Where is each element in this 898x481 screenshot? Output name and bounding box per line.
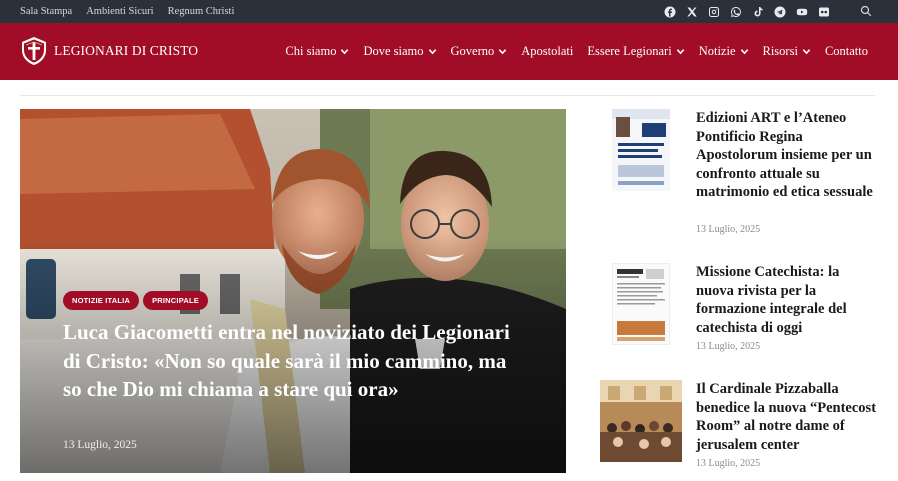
chevron-down-icon (676, 49, 684, 55)
tiktok-icon[interactable] (752, 6, 764, 18)
top-utility-bar: Sala Stampa Ambienti Sicuri Regnum Chris… (0, 0, 898, 23)
article-thumbnail (612, 109, 670, 191)
chevron-down-icon (341, 49, 349, 55)
side-article-date: 13 Luglio, 2025 (696, 224, 761, 235)
main-nav: Chi siamo Dove siamo Governo Apostolati … (285, 23, 868, 80)
chevron-down-icon (740, 49, 748, 55)
nav-label: Apostolati (521, 44, 574, 58)
site-logo[interactable]: LEGIONARI DI CRISTO (20, 36, 198, 66)
nav-label: Governo (450, 44, 495, 58)
nav-notizie[interactable]: Notizie (699, 44, 749, 59)
nav-risorsi[interactable]: Risorsi (763, 44, 811, 59)
social-links (664, 0, 830, 23)
telegram-icon[interactable] (774, 6, 786, 18)
search-icon[interactable] (860, 4, 874, 18)
youtube-icon[interactable] (796, 6, 808, 18)
x-icon[interactable] (686, 6, 698, 18)
side-article-title[interactable]: Il Cardinale Pizzaballa benedice la nuov… (696, 380, 878, 454)
instagram-icon[interactable] (708, 6, 720, 18)
nav-governo[interactable]: Governo (451, 44, 508, 59)
side-article-1[interactable]: Edizioni ART e l’Ateneo Pontificio Regin… (600, 109, 880, 239)
article-thumbnail (612, 263, 670, 345)
category-badges: NOTIZIE ITALIA PRINCIPALE (63, 291, 208, 310)
side-article-date: 13 Luglio, 2025 (696, 458, 761, 469)
nav-label: Risorsi (762, 44, 798, 58)
flickr-icon[interactable] (818, 6, 830, 18)
divider (20, 95, 875, 96)
featured-date: 13 Luglio, 2025 (63, 439, 137, 451)
link-ambienti-sicuri[interactable]: Ambienti Sicuri (86, 6, 153, 17)
side-article-title[interactable]: Edizioni ART e l’Ateneo Pontificio Regin… (696, 109, 878, 202)
featured-article[interactable]: NOTIZIE ITALIA PRINCIPALE Luca Giacomett… (20, 109, 566, 473)
nav-chi-siamo[interactable]: Chi siamo (285, 44, 349, 59)
chevron-down-icon (499, 49, 507, 55)
nav-contatto[interactable]: Contatto (825, 44, 868, 59)
nav-dove-siamo[interactable]: Dove siamo (363, 44, 436, 59)
utility-links: Sala Stampa Ambienti Sicuri Regnum Chris… (20, 0, 234, 23)
badge-principale[interactable]: PRINCIPALE (143, 291, 208, 310)
side-article-3[interactable]: Il Cardinale Pizzaballa benedice la nuov… (600, 380, 880, 475)
logo-text: LEGIONARI DI CRISTO (54, 43, 199, 58)
nav-label: Chi siamo (285, 44, 337, 58)
nav-label: Contatto (824, 44, 868, 58)
nav-label: Essere Legionari (587, 44, 672, 58)
featured-title[interactable]: Luca Giacometti entra nel noviziato dei … (63, 318, 523, 404)
whatsapp-icon[interactable] (730, 6, 742, 18)
main-header: LEGIONARI DI CRISTO Chi siamo Dove siamo… (0, 23, 898, 80)
side-article-title[interactable]: Missione Catechista: la nuova rivista pe… (696, 263, 878, 337)
nav-apostolati[interactable]: Apostolati (521, 44, 573, 59)
legion-shield-icon (20, 36, 48, 66)
nav-label: Notizie (698, 44, 736, 58)
nav-label: Dove siamo (363, 44, 424, 58)
nav-essere-legionari[interactable]: Essere Legionari (587, 44, 684, 59)
article-thumbnail (600, 380, 682, 462)
link-sala-stampa[interactable]: Sala Stampa (20, 6, 72, 17)
chevron-down-icon (428, 49, 436, 55)
side-article-date: 13 Luglio, 2025 (696, 341, 761, 352)
facebook-icon[interactable] (664, 6, 676, 18)
badge-notizie-italia[interactable]: NOTIZIE ITALIA (63, 291, 140, 310)
chevron-down-icon (802, 49, 811, 55)
side-article-2[interactable]: Missione Catechista: la nuova rivista pe… (600, 263, 880, 358)
link-regnum-christi[interactable]: Regnum Christi (168, 6, 235, 17)
